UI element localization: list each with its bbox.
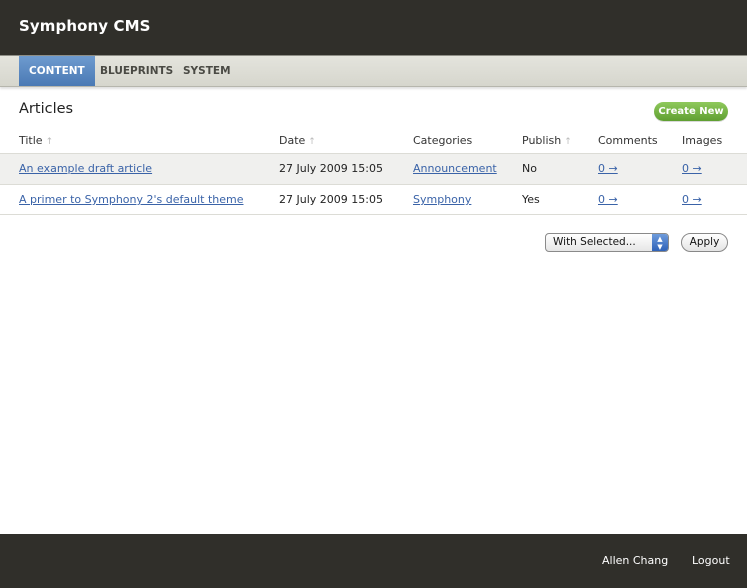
column-comments-label: Comments [598, 134, 658, 147]
app-header: Symphony CMS [0, 0, 747, 55]
logout-link[interactable]: Logout [692, 554, 730, 567]
column-header-categories: Categories [413, 134, 472, 147]
table-header: Title ↑ Date ↑ Categories Publish ↑ Comment… [0, 128, 747, 153]
app-footer: Allen Chang Logout [0, 534, 747, 588]
tab-content[interactable]: CONTENT [19, 56, 95, 86]
column-header-date[interactable]: Date ↑ [279, 134, 316, 147]
column-header-comments: Comments [598, 134, 658, 147]
select-stepper-icon: ▲ ▼ [652, 234, 668, 251]
column-images-label: Images [682, 134, 723, 147]
article-images-link[interactable]: 0 → [682, 162, 702, 175]
page-title: Articles [19, 101, 74, 117]
column-categories-label: Categories [413, 134, 473, 147]
table-row[interactable]: An example draft article 27 July 2009 15… [0, 153, 747, 184]
article-title-link[interactable]: An example draft article [19, 162, 152, 175]
article-date: 27 July 2009 15:05 [279, 193, 383, 206]
main-nav: CONTENT BLUEPRINTS SYSTEM [0, 55, 747, 87]
tab-blueprints[interactable]: BLUEPRINTS [100, 56, 173, 86]
table-row[interactable]: A primer to Symphony 2's default theme 2… [0, 184, 747, 215]
column-header-images: Images [682, 134, 722, 147]
column-title-label: Title [19, 134, 43, 147]
article-category-link[interactable]: Symphony [413, 193, 471, 206]
article-comments-link[interactable]: 0 → [598, 193, 618, 206]
tab-system[interactable]: SYSTEM [183, 56, 231, 86]
column-publish-label: Publish [522, 134, 562, 147]
apply-button[interactable]: Apply [681, 233, 728, 252]
article-publish-status: No [522, 162, 537, 175]
article-publish-status: Yes [522, 193, 540, 206]
sort-arrow-icon: ↑ [308, 137, 316, 147]
sort-arrow-icon: ↑ [564, 137, 572, 147]
article-date: 27 July 2009 15:05 [279, 162, 383, 175]
sort-arrow-icon: ↑ [45, 137, 54, 147]
create-new-button[interactable]: Create New [654, 102, 728, 121]
column-date-label: Date [279, 134, 306, 147]
column-header-title[interactable]: Title ↑ [19, 134, 53, 147]
user-name-link[interactable]: Allen Chang [602, 554, 668, 567]
article-images-link[interactable]: 0 → [682, 193, 702, 206]
with-selected-select[interactable]: With Selected... ▲ ▼ [545, 233, 669, 252]
column-header-publish[interactable]: Publish ↑ [522, 134, 572, 147]
articles-table: Title ↑ Date ↑ Categories Publish ↑ Comment… [0, 128, 747, 215]
app-title[interactable]: Symphony CMS [19, 17, 151, 35]
article-comments-link[interactable]: 0 → [598, 162, 618, 175]
article-title-link[interactable]: A primer to Symphony 2's default theme [19, 193, 243, 206]
article-category-link[interactable]: Announcement [413, 162, 497, 175]
with-selected-value: With Selected... [553, 236, 636, 248]
